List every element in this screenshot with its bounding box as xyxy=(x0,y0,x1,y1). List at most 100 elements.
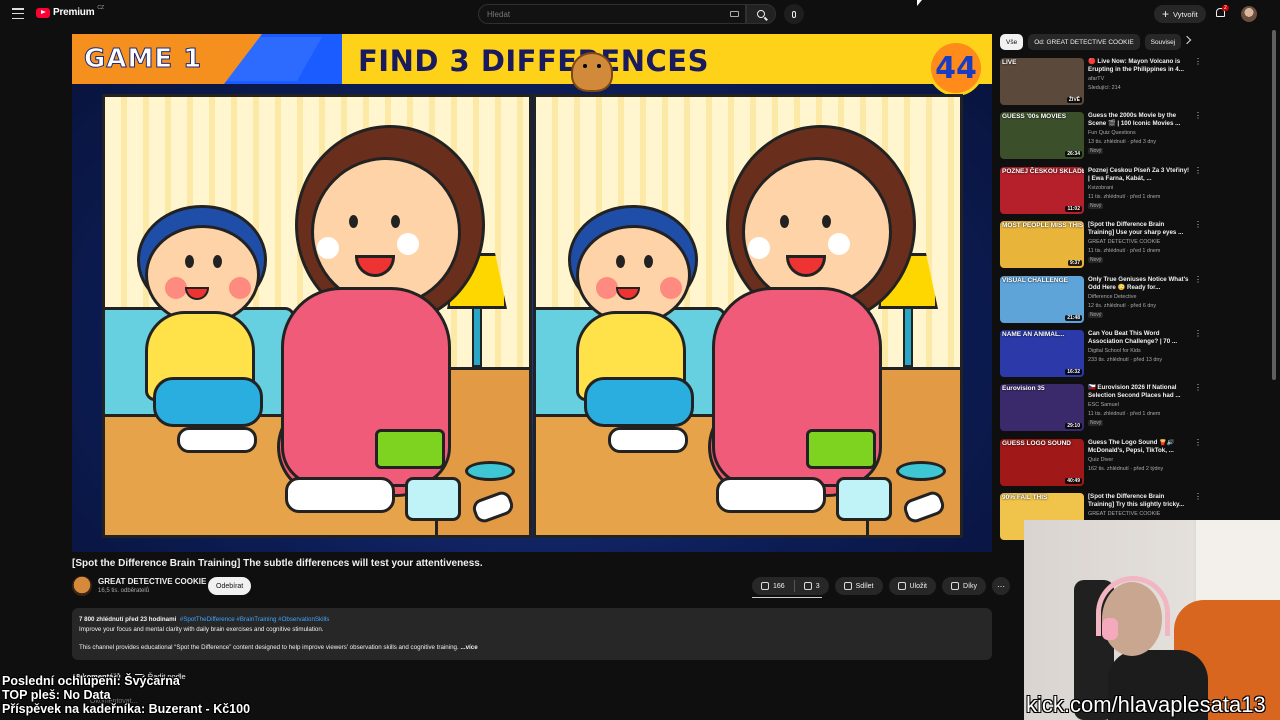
recommendation-item[interactable]: GUESS '00s MOVIES 26:34 Guess the 2000s Mo… xyxy=(1000,112,1206,166)
search-input[interactable] xyxy=(487,9,717,19)
dislike-button[interactable]: 3 xyxy=(795,577,829,595)
recommendation-channel[interactable]: ESC Samuel xyxy=(1088,402,1119,408)
more-options-icon[interactable]: ⋮ xyxy=(1194,438,1202,446)
thumbnail-text: VISUAL CHALLENGE xyxy=(1002,276,1068,284)
recommendation-channel[interactable]: GREAT DETECTIVE COOKIE xyxy=(1088,239,1160,245)
channel-avatar[interactable] xyxy=(72,576,92,596)
thumbnail-text: POZNEJ ČESKOU SKLADBU xyxy=(1002,167,1084,175)
recommendation-item[interactable]: Eurovision 35 29:10 🇨🇿 Eurovision 2026 If … xyxy=(1000,384,1206,438)
video-thumbnail[interactable]: POZNEJ ČESKOU SKLADBU 11:02 xyxy=(1000,166,1084,214)
stream-overlay-text: Poslední ochlupení: Švýcarna TOP pleš: N… xyxy=(2,674,250,716)
video-thumbnail[interactable]: GUESS '00s MOVIES 26:34 xyxy=(1000,112,1084,160)
video-thumbnail[interactable]: Eurovision 35 29:10 xyxy=(1000,384,1084,432)
stream-url: kick.com/hlavaplesata13 xyxy=(1026,692,1266,717)
chip-from-channel[interactable]: Od: GREAT DETECTIVE COOKIE xyxy=(1028,34,1140,50)
thumbnail-text: GUESS '00s MOVIES xyxy=(1002,113,1067,121)
recommendation-title[interactable]: Only True Geniuses Notice What's Odd Her… xyxy=(1088,276,1192,292)
share-button[interactable]: Sdílet xyxy=(834,577,883,595)
subscribe-button[interactable]: Odebírat xyxy=(208,577,252,595)
youtube-premium-logo[interactable]: Premium CZ xyxy=(36,5,104,18)
recommendation-meta: Sledující: 214 xyxy=(1088,85,1121,91)
thumbnail-text: LIVE xyxy=(1002,59,1017,66)
recommendation-title[interactable]: 🔴 Live Now: Mayon Volcano is Erupting in… xyxy=(1088,58,1192,74)
hashtags[interactable]: #SpotTheDifference #BrainTraining #Obser… xyxy=(180,616,330,623)
description-line-2: This channel provides educational “Spot … xyxy=(79,644,459,651)
like-ratio-bar xyxy=(752,597,822,598)
video-player[interactable]: GAME 1 FIND 3 DIFFERENCES 44 xyxy=(72,34,992,552)
more-options-icon[interactable]: ⋮ xyxy=(1194,384,1202,392)
recommendation-item[interactable]: MOST PEOPLE MISS THIS 9:37 [Spot the Diffe… xyxy=(1000,221,1206,275)
overlay-line-1: Poslední ochlupení: Švýcarna xyxy=(2,674,180,688)
video-duration: 16:32 xyxy=(1065,368,1082,375)
recommendation-title[interactable]: Guess the 2000s Movie by the Scene 🎬 | 1… xyxy=(1088,112,1192,128)
video-duration: 26:34 xyxy=(1065,151,1082,158)
webcam-overlay xyxy=(1024,520,1280,720)
recommendation-title[interactable]: 🇨🇿 Eurovision 2026 If National Selection… xyxy=(1088,384,1192,400)
recommendation-title[interactable]: Can You Beat This Word Association Chall… xyxy=(1088,330,1192,346)
channel-subscriber-count: 16,5 tis. odběratelů xyxy=(98,588,150,594)
recommendation-title[interactable]: [Spot the Difference Brain Training] Try… xyxy=(1088,493,1192,509)
create-button[interactable]: + Vytvořit xyxy=(1154,5,1206,23)
more-options-icon[interactable]: ⋮ xyxy=(1194,329,1202,337)
recommendation-item[interactable]: VISUAL CHALLENGE 21:48 Only True Geniuses … xyxy=(1000,275,1206,330)
microphone-icon xyxy=(792,10,796,18)
view-stats: 7 800 zhlédnutí před 23 hodinami xyxy=(79,616,177,623)
more-options-icon[interactable]: ⋮ xyxy=(1194,493,1202,501)
show-more-link[interactable]: ...více xyxy=(460,644,477,651)
video-thumbnail[interactable]: MOST PEOPLE MISS THIS 9:37 xyxy=(1000,221,1084,269)
sidebar-scrollbar[interactable] xyxy=(1272,30,1276,380)
voice-search-button[interactable] xyxy=(784,4,804,24)
account-avatar[interactable] xyxy=(1241,6,1257,22)
description-box[interactable]: 7 800 zhlédnutí před 23 hodinami #SpotTh… xyxy=(72,608,992,660)
thanks-label: Díky xyxy=(963,582,978,590)
recommendation-channel[interactable]: afarTV xyxy=(1088,76,1104,82)
recommendation-title[interactable]: Poznej Českou Píseň Za 3 Vteřiny! | Ewa … xyxy=(1088,167,1192,183)
save-button[interactable]: Uložit xyxy=(888,577,937,595)
filter-chips: Vše Od: GREAT DETECTIVE COOKIE Souvisej xyxy=(1000,34,1190,50)
channel-name[interactable]: GREAT DETECTIVE COOKIE xyxy=(98,577,206,586)
recommendation-title[interactable]: Guess The Logo Sound 🍟🔊 McDonald's, Peps… xyxy=(1088,439,1192,455)
recommendation-item[interactable]: GUESS LOGO SOUND 40:49 Guess The Logo Soun… xyxy=(1000,438,1206,493)
recommendation-item[interactable]: POZNEJ ČESKOU SKLADBU 11:02 Poznej Českou … xyxy=(1000,166,1206,221)
more-actions-icon[interactable]: ⋯ xyxy=(992,577,1011,595)
recommendation-channel[interactable]: Kvizobrani xyxy=(1088,185,1113,191)
countdown-timer: 44 xyxy=(928,40,984,96)
keyboard-icon[interactable] xyxy=(730,11,739,17)
recommendation-channel[interactable]: Quiz Diver xyxy=(1088,457,1113,463)
video-duration: 11:02 xyxy=(1065,205,1082,212)
recommendation-channel[interactable]: Fun Quiz Questions xyxy=(1088,130,1136,136)
recommendation-item[interactable]: NAME AN ANIMAL... 16:32 Can You Beat This … xyxy=(1000,329,1206,384)
video-thumbnail[interactable]: NAME AN ANIMAL... 16:32 xyxy=(1000,329,1084,377)
video-thumbnail[interactable]: VISUAL CHALLENGE 21:48 xyxy=(1000,275,1084,323)
video-thumbnail[interactable]: LIVE ŽIVĚ xyxy=(1000,58,1084,105)
left-picture-panel xyxy=(102,94,532,538)
more-options-icon[interactable]: ⋮ xyxy=(1194,58,1202,66)
new-badge: Nový xyxy=(1088,311,1104,318)
thumbnail-text: 90% FAIL THIS xyxy=(1002,494,1048,502)
more-options-icon[interactable]: ⋮ xyxy=(1194,112,1202,120)
video-thumbnail[interactable]: GUESS LOGO SOUND 40:49 xyxy=(1000,438,1084,486)
logo-text: Premium xyxy=(53,7,95,18)
thanks-button[interactable]: Díky xyxy=(942,577,987,595)
more-options-icon[interactable]: ⋮ xyxy=(1194,221,1202,229)
thumbnail-text: NAME AN ANIMAL... xyxy=(1002,330,1065,338)
recommendation-channel[interactable]: GREAT DETECTIVE COOKIE xyxy=(1088,511,1160,517)
more-options-icon[interactable]: ⋮ xyxy=(1194,166,1202,174)
search-icon xyxy=(757,10,765,18)
new-badge: Nový xyxy=(1088,202,1104,209)
thumbs-down-icon xyxy=(803,582,812,590)
recommendation-channel[interactable]: Difference Detective xyxy=(1088,294,1136,300)
recommendation-title[interactable]: [Spot the Difference Brain Training] Use… xyxy=(1088,221,1192,237)
more-options-icon[interactable]: ⋮ xyxy=(1194,275,1202,283)
recommendation-item[interactable]: LIVE ŽIVĚ 🔴 Live Now: Mayon Volcano is Eru… xyxy=(1000,58,1206,112)
chip-all[interactable]: Vše xyxy=(1000,34,1024,50)
description-line-1: Improve your focus and mental clarity wi… xyxy=(79,625,324,633)
chip-related[interactable]: Souvisej xyxy=(1144,34,1182,50)
recommendation-channel[interactable]: Digital School for Kids xyxy=(1088,348,1141,354)
hamburger-menu-icon[interactable] xyxy=(12,8,24,19)
video-duration: 40:49 xyxy=(1065,477,1082,484)
search-button[interactable] xyxy=(746,4,776,24)
recommendation-meta: 13 tis. zhlédnutí · před 3 dny xyxy=(1088,139,1157,146)
mouse-cursor-icon xyxy=(917,0,922,6)
like-button[interactable]: 166 xyxy=(752,577,794,595)
